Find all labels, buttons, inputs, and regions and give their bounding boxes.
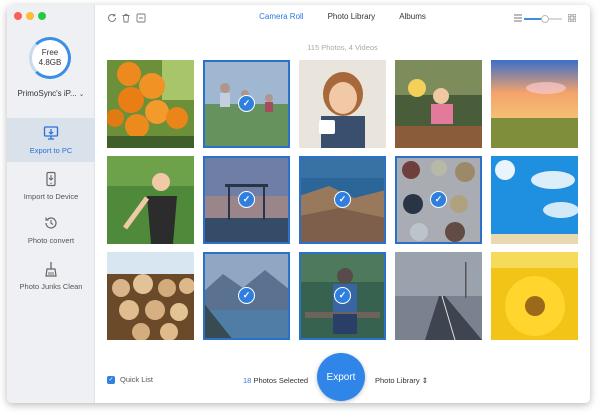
photo-thumbnail[interactable] xyxy=(491,252,578,340)
chevron-down-icon: ⌄ xyxy=(78,91,85,98)
checkmark-icon: ✓ xyxy=(334,287,351,304)
storage-value: 4.8GB xyxy=(38,58,62,67)
sidebar-item-export-to-pc[interactable]: Export to PC xyxy=(7,118,95,162)
checkmark-icon: ✓ xyxy=(238,287,255,304)
phone-import-icon xyxy=(46,171,56,187)
sidebar-item-photo-convert[interactable]: Photo convert xyxy=(7,208,95,252)
zoom-slider[interactable] xyxy=(524,15,562,23)
sidebar-item-photo-junks-clean[interactable]: Photo Junks Clean xyxy=(7,254,95,298)
destination-selector[interactable]: Photo Library ⇕ xyxy=(375,376,428,385)
tab-camera-roll[interactable]: Camera Roll xyxy=(247,12,315,21)
device-name: PrimoSync's iP... xyxy=(17,89,77,98)
girl-with-cup-photo xyxy=(299,60,386,148)
photo-thumbnail[interactable]: ✓ xyxy=(299,156,386,244)
checkmark-icon: ✓ xyxy=(238,191,255,208)
sidebar-item-label: Import to Device xyxy=(23,192,79,201)
selected-suffix: Photos Selected xyxy=(253,376,309,385)
checkmark-icon: ✓ xyxy=(334,191,351,208)
sidebar-item-import-to-device[interactable]: Import to Device xyxy=(7,164,95,208)
woman-in-park-photo xyxy=(107,156,194,244)
girl-at-table-photo xyxy=(395,60,482,148)
blue-sky-photo xyxy=(491,156,578,244)
photo-thumbnail[interactable]: ✓ xyxy=(203,252,290,340)
oranges-photo xyxy=(107,60,194,148)
photo-grid: ✓ ✓ ✓ ✓ ✓ ✓ xyxy=(107,60,579,345)
minimize-window-button[interactable] xyxy=(26,12,34,20)
window-controls xyxy=(14,12,46,20)
photo-thumbnail[interactable] xyxy=(299,60,386,148)
stacked-logs-photo xyxy=(107,252,194,340)
photo-thumbnail[interactable] xyxy=(107,156,194,244)
quick-list-label: Quick List xyxy=(120,375,153,384)
photo-thumbnail[interactable] xyxy=(491,60,578,148)
photo-count: 115 Photos, 4 Videos xyxy=(307,43,378,52)
checkmark-icon: ✓ xyxy=(238,95,255,112)
close-window-button[interactable] xyxy=(14,12,22,20)
destination-label: Photo Library xyxy=(375,376,420,385)
photo-thumbnail[interactable]: ✓ xyxy=(299,252,386,340)
tab-albums[interactable]: Albums xyxy=(387,12,438,21)
toolbar: Camera Roll Photo Library Albums xyxy=(95,5,590,31)
storage-gauge: Free 4.8GB xyxy=(29,37,71,79)
grid-view-icon[interactable] xyxy=(568,14,576,22)
device-selector[interactable]: PrimoSync's iP... ⌄ xyxy=(7,89,95,98)
sunset-field-photo xyxy=(491,60,578,148)
quick-list-toggle[interactable]: ✓ Quick List xyxy=(107,375,153,384)
photo-thumbnail[interactable]: ✓ xyxy=(203,60,290,148)
updown-chevron-icon: ⇕ xyxy=(421,376,428,385)
tab-photo-library[interactable]: Photo Library xyxy=(316,12,388,21)
photo-thumbnail[interactable] xyxy=(395,252,482,340)
export-button[interactable]: Export xyxy=(317,353,365,401)
checkmark-icon: ✓ xyxy=(430,191,447,208)
broom-icon xyxy=(45,262,57,277)
empty-road-photo xyxy=(395,252,482,340)
sidebar-item-label: Photo Junks Clean xyxy=(19,282,83,291)
selection-summary: 18 Photos Selected xyxy=(243,376,308,385)
sidebar-item-label: Photo convert xyxy=(27,236,75,245)
photo-thumbnail[interactable] xyxy=(491,156,578,244)
monitor-export-icon xyxy=(43,126,59,140)
photo-thumbnail[interactable]: ✓ xyxy=(203,156,290,244)
photo-thumbnail[interactable] xyxy=(395,60,482,148)
zoom-window-button[interactable] xyxy=(38,12,46,20)
storage-label: Free xyxy=(41,48,59,57)
photo-thumbnail[interactable] xyxy=(107,252,194,340)
checkbox-checked-icon[interactable]: ✓ xyxy=(107,375,115,384)
app-window: Free 4.8GB PrimoSync's iP... ⌄ Export to … xyxy=(7,5,590,403)
sidebar-item-label: Export to PC xyxy=(29,146,73,155)
sidebar: Free 4.8GB PrimoSync's iP... ⌄ Export to … xyxy=(7,5,95,403)
photo-thumbnail[interactable]: ✓ xyxy=(395,156,482,244)
convert-clock-icon xyxy=(45,217,57,229)
sunflower-photo xyxy=(491,252,578,340)
bottom-bar: ✓ Quick List 18 Photos Selected Export P… xyxy=(95,353,590,403)
list-view-icon[interactable] xyxy=(514,14,522,22)
selected-count: 18 xyxy=(243,376,252,385)
photo-thumbnail[interactable] xyxy=(107,60,194,148)
zoom-slider-knob[interactable] xyxy=(540,15,549,23)
